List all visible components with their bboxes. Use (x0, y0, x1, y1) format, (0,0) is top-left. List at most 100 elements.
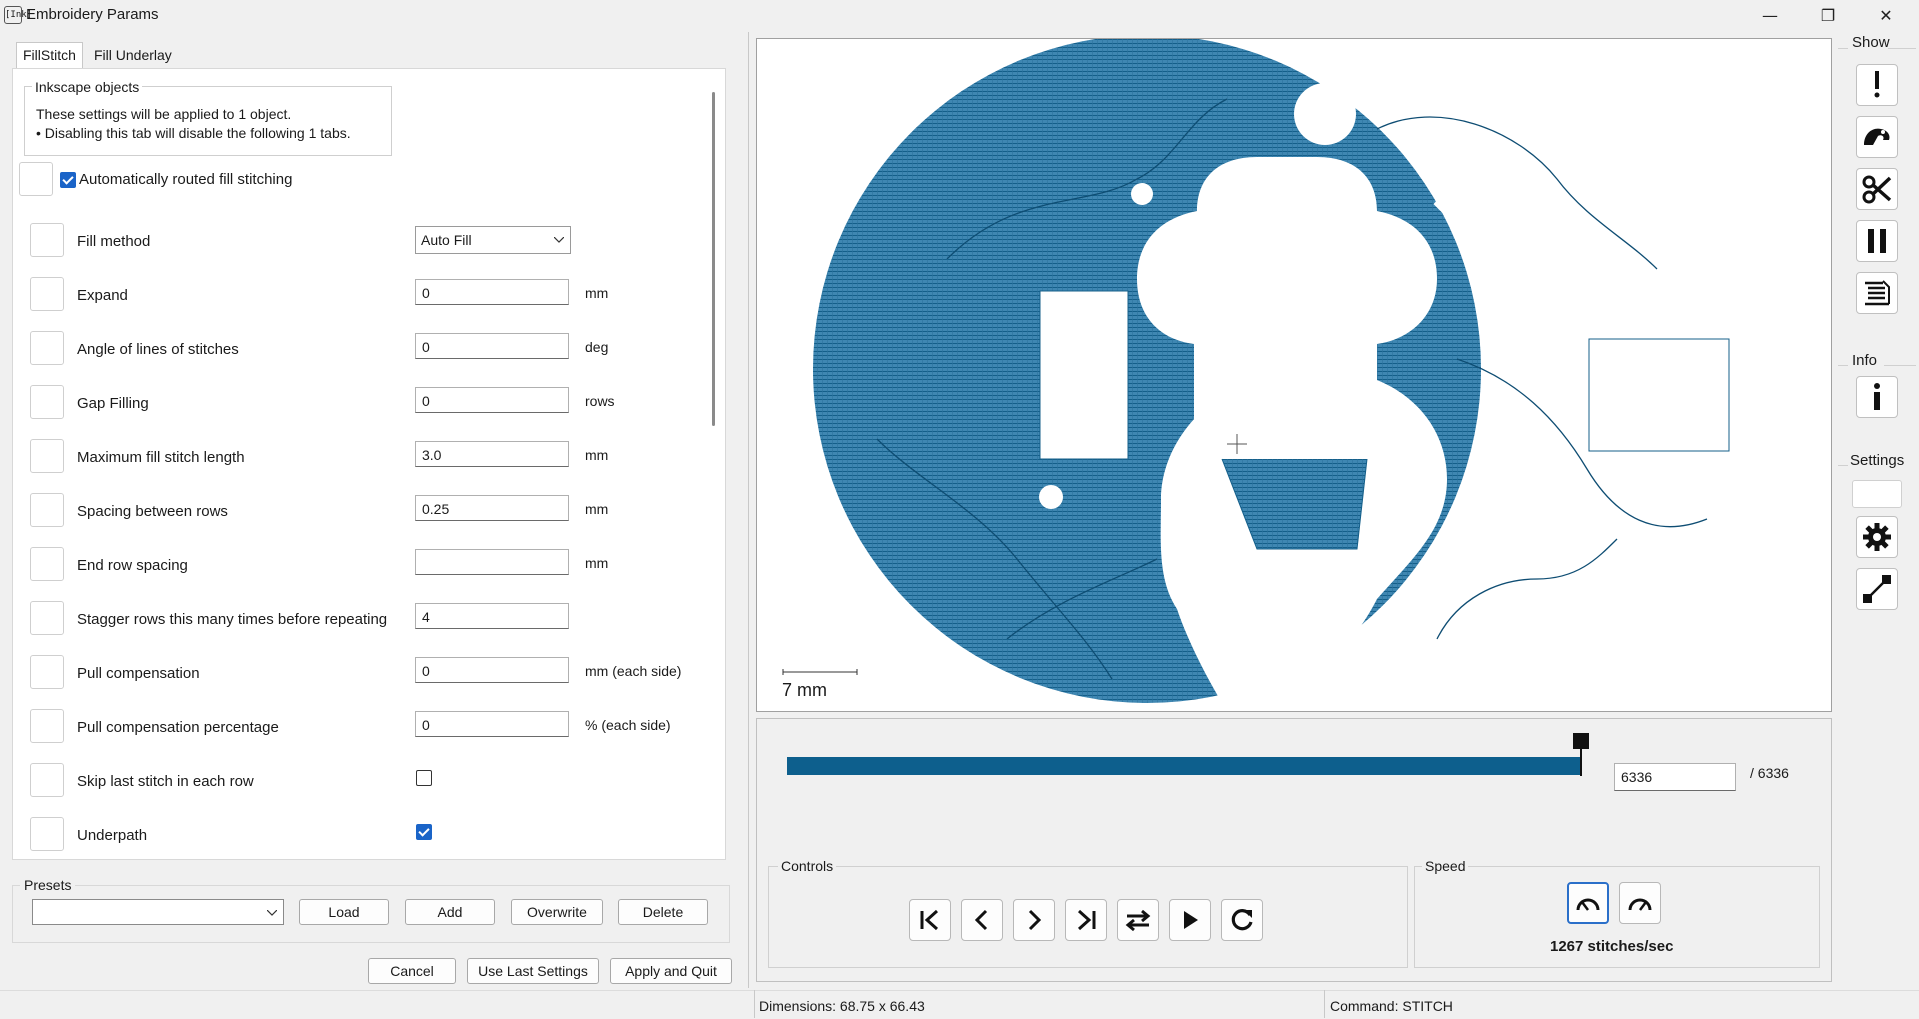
preset-combo[interactable] (32, 899, 284, 925)
info-icon (1874, 383, 1880, 410)
use-last-settings-button[interactable]: Use Last Settings (467, 958, 599, 984)
total-stitches: / 6336 (1750, 765, 1789, 781)
app-icon: [Ink] (4, 6, 32, 24)
play-button[interactable] (1169, 899, 1211, 941)
underpath-checkbox[interactable] (416, 824, 432, 840)
param-label: Pull compensation (77, 665, 200, 682)
minimize-button[interactable]: — (1747, 0, 1793, 30)
param-label: Stagger rows this many times before repe… (77, 611, 388, 628)
param-label: Spacing between rows (77, 503, 228, 520)
fill-method-select[interactable]: Auto Fill (415, 226, 571, 254)
param-toggle-box[interactable] (30, 547, 64, 581)
overwrite-preset-button[interactable]: Overwrite (511, 899, 603, 925)
stitch-preview-canvas[interactable] (756, 38, 1832, 712)
pull-comp-input[interactable]: 0 (415, 657, 569, 683)
param-toggle-box[interactable] (30, 277, 64, 311)
restart-button[interactable] (1221, 899, 1263, 941)
gap-filling-input[interactable]: 0 (415, 387, 569, 413)
frog-jump-icon (1864, 128, 1890, 145)
apply-and-quit-button[interactable]: Apply and Quit (610, 958, 732, 984)
restore-button[interactable]: ❐ (1805, 0, 1851, 30)
scrollbar-thumb[interactable] (712, 92, 715, 426)
add-preset-button[interactable]: Add (405, 899, 495, 925)
refresh-icon (1231, 909, 1253, 931)
param-label: Expand (77, 287, 128, 304)
faster-button[interactable] (1619, 882, 1661, 924)
param-unit: % (each side) (585, 717, 671, 733)
row-spacing-input[interactable]: 0.25 (415, 495, 569, 521)
param-toggle-box[interactable] (30, 763, 64, 797)
param-toggle-box[interactable] (30, 385, 64, 419)
settings-button[interactable] (1856, 516, 1898, 558)
skip-to-end-icon (1077, 909, 1096, 931)
settings-legend: Settings (1850, 452, 1905, 469)
param-toggle-box[interactable] (19, 162, 53, 196)
title-bar (0, 0, 1919, 30)
pull-comp-pct-input[interactable]: 0 (415, 711, 569, 737)
angle-input[interactable]: 0 (415, 333, 569, 359)
divider (1838, 465, 1848, 466)
show-color-changes-button[interactable] (1856, 272, 1898, 314)
document-lines-icon (1865, 280, 1890, 306)
tab-fill-underlay[interactable]: Fill Underlay (88, 43, 178, 67)
close-button[interactable]: ✕ (1863, 0, 1909, 30)
param-label: Pull compensation percentage (77, 719, 279, 736)
scale-label: 7 mm (782, 680, 827, 700)
current-stitch-input[interactable]: 6336 (1614, 763, 1736, 791)
step-forward-button[interactable] (1013, 899, 1055, 941)
speedometer-fast-icon (1628, 898, 1652, 911)
dimensions-readout: Dimensions: 68.75 x 66.43 (759, 998, 925, 1014)
params-scrollbar[interactable] (705, 72, 717, 854)
slower-button[interactable] (1567, 882, 1609, 924)
show-jumps-button[interactable] (1856, 116, 1898, 158)
jump-to-end-button[interactable] (1065, 899, 1107, 941)
param-toggle-box[interactable] (30, 223, 64, 257)
param-toggle-box[interactable] (30, 709, 64, 743)
param-toggle-box[interactable] (30, 439, 64, 473)
divider (754, 990, 755, 1018)
cancel-button[interactable]: Cancel (368, 958, 456, 984)
chevron-down-icon (267, 910, 277, 916)
divider (1838, 48, 1848, 49)
load-preset-button[interactable]: Load (299, 899, 389, 925)
presets-legend: Presets (20, 877, 76, 893)
stagger-input[interactable]: 4 (415, 603, 569, 629)
param-toggle-box[interactable] (30, 601, 64, 635)
param-toggle-box[interactable] (30, 493, 64, 527)
param-toggle-box[interactable] (30, 817, 64, 851)
max-stitch-length-input[interactable]: 3.0 (415, 441, 569, 467)
fill-area (813, 39, 1481, 703)
show-trims-button[interactable] (1856, 168, 1898, 210)
stitch-progress-bar[interactable] (787, 757, 1581, 775)
param-unit: mm (585, 501, 609, 517)
needle-points-button[interactable] (1856, 568, 1898, 610)
slider-handle-stem[interactable] (1580, 748, 1582, 776)
param-toggle-box[interactable] (30, 655, 64, 689)
settings-field[interactable] (1852, 480, 1902, 508)
expand-input[interactable]: 0 (415, 279, 569, 305)
tab-fillstitch[interactable]: FillStitch (16, 42, 83, 69)
toggle-direction-button[interactable] (1117, 899, 1159, 941)
skip-last-stitch-checkbox[interactable] (416, 770, 432, 786)
jump-to-start-button[interactable] (909, 899, 951, 941)
speed-legend: Speed (1422, 858, 1469, 874)
param-label: Underpath (77, 827, 148, 844)
embroidery-design (782, 39, 1730, 711)
play-icon (1184, 911, 1198, 929)
param-label: Maximum fill stitch length (77, 449, 245, 466)
window-title: Embroidery Params (26, 6, 159, 23)
show-stops-button[interactable] (1856, 220, 1898, 262)
param-unit: mm (585, 285, 609, 301)
info-legend: Info (1852, 352, 1878, 369)
delete-preset-button[interactable]: Delete (618, 899, 708, 925)
divider (1838, 365, 1848, 366)
info-button[interactable] (1856, 376, 1898, 418)
auto-route-checkbox[interactable] (60, 172, 76, 188)
end-row-spacing-input[interactable] (415, 549, 569, 575)
scissors-icon (1862, 175, 1892, 204)
chevron-right-icon (1028, 909, 1042, 931)
step-backward-button[interactable] (961, 899, 1003, 941)
slider-handle[interactable] (1573, 733, 1589, 749)
param-toggle-box[interactable] (30, 331, 64, 365)
show-errors-button[interactable] (1856, 64, 1898, 106)
